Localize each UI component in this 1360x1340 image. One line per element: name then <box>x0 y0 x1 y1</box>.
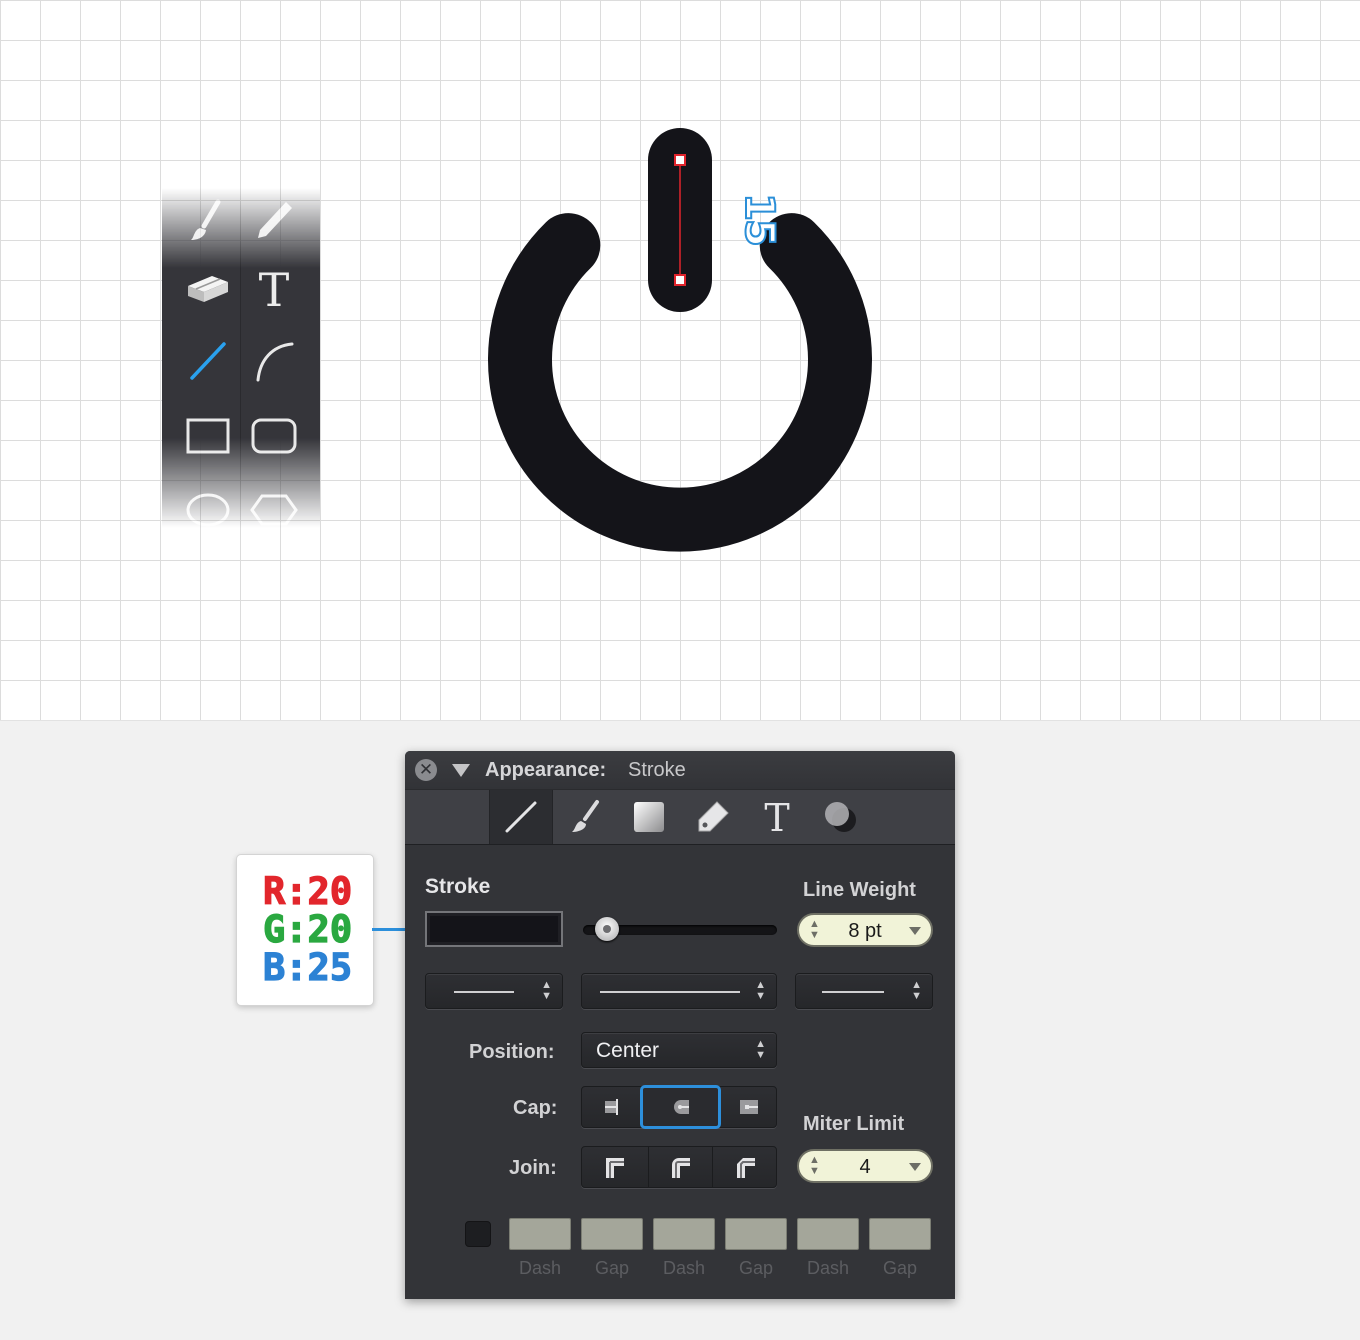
appearance-tabs: T <box>405 789 955 845</box>
panel-titlebar[interactable]: ✕ Appearance: Stroke <box>405 751 955 789</box>
tools-divider <box>240 188 241 528</box>
anchor-point-top[interactable] <box>674 154 686 166</box>
line-weight-label: Line Weight <box>803 879 916 901</box>
dash-enable-checkbox[interactable] <box>465 1221 491 1247</box>
panel-title-label: Appearance: <box>485 759 607 781</box>
gap-label: Gap <box>882 1258 918 1278</box>
line-icon[interactable] <box>178 332 238 392</box>
dash-label: Dash <box>662 1258 706 1278</box>
anchor-point-bottom[interactable] <box>674 274 686 286</box>
brush-icon <box>572 800 599 832</box>
stroke-icon <box>505 801 537 833</box>
disclosure-triangle-icon[interactable] <box>452 764 470 777</box>
position-label: Position: <box>469 1041 555 1063</box>
ellipse-icon[interactable] <box>178 480 238 540</box>
dash-field-3[interactable] <box>797 1218 859 1250</box>
square-cap-icon <box>740 1100 758 1114</box>
butt-cap-button[interactable] <box>582 1087 646 1127</box>
square-cap-button[interactable] <box>718 1087 779 1127</box>
updown-icon: ▲ ▼ <box>755 979 766 1002</box>
cap-segmented-control <box>581 1085 779 1129</box>
dash-label: Dash <box>518 1258 562 1278</box>
round-cap-button[interactable] <box>640 1085 721 1129</box>
gap-field-2[interactable] <box>725 1218 787 1250</box>
miter-limit-field[interactable]: ▲ ▼ 4 <box>797 1149 933 1183</box>
stroke-style-preview <box>600 991 740 993</box>
position-popup[interactable]: Center ▲ ▼ <box>581 1032 777 1068</box>
tab-fill[interactable] <box>617 790 681 844</box>
tab-brush[interactable] <box>553 790 617 844</box>
butt-cap-icon <box>605 1099 618 1115</box>
cap-label: Cap: <box>513 1097 558 1119</box>
power-icon-artwork[interactable] <box>480 120 880 560</box>
drawing-canvas[interactable]: T 15 <box>0 0 1360 721</box>
updown-icon: ▲ ▼ <box>541 979 552 1002</box>
miter-limit-label: Miter Limit <box>803 1113 905 1135</box>
text-tab-glyph: T <box>764 797 789 837</box>
rgb-callout: R:20 G:20 B:25 <box>236 854 374 1006</box>
rgb-red-value: R:20 <box>262 870 353 913</box>
close-icon[interactable]: ✕ <box>415 759 437 781</box>
bevel-join-icon <box>737 1158 755 1178</box>
gap-field-3[interactable] <box>869 1218 931 1250</box>
bevel-join-button[interactable] <box>712 1147 779 1187</box>
text-icon[interactable]: T <box>244 258 304 318</box>
round-join-icon <box>672 1158 690 1178</box>
pencil-icon[interactable] <box>244 192 304 252</box>
round-cap-icon <box>674 1100 689 1114</box>
tools-palette: T <box>162 188 320 528</box>
eraser-icon[interactable] <box>178 258 238 318</box>
tab-text[interactable]: T <box>745 790 809 844</box>
paintbrush-icon[interactable] <box>178 192 238 252</box>
join-segmented-control <box>581 1146 777 1188</box>
end-line-preview <box>822 991 884 993</box>
dash-field-1[interactable] <box>509 1218 571 1250</box>
opacity-slider-thumb[interactable] <box>595 917 619 941</box>
miter-join-icon <box>606 1158 624 1178</box>
miter-join-button[interactable] <box>582 1147 648 1187</box>
gap-label: Gap <box>738 1258 774 1278</box>
fill-icon <box>634 802 664 832</box>
line-weight-field[interactable]: ▲ ▼ 8 pt <box>797 913 933 947</box>
join-label: Join: <box>509 1157 557 1179</box>
round-join-button[interactable] <box>648 1147 713 1187</box>
position-value: Center <box>596 1039 660 1062</box>
tab-shadow[interactable] <box>809 790 873 844</box>
tag-icon <box>698 801 729 832</box>
rgb-green-value: G:20 <box>262 908 353 951</box>
updown-icon: ▲ ▼ <box>911 979 922 1002</box>
gap-label: Gap <box>594 1258 630 1278</box>
tab-tag[interactable] <box>681 790 745 844</box>
dash-field-2[interactable] <box>653 1218 715 1250</box>
stroke-style-popup[interactable]: ▲ ▼ <box>581 973 777 1009</box>
gap-field-1[interactable] <box>581 1218 643 1250</box>
rectangle-icon[interactable] <box>178 406 238 466</box>
updown-icon: ▲ ▼ <box>755 1038 766 1061</box>
shadow-icon <box>825 802 856 832</box>
text-icon: T <box>764 797 789 837</box>
stroke-color-swatch <box>430 916 558 942</box>
dimension-label: 15 <box>735 192 783 246</box>
start-arrow-popup[interactable]: ▲ ▼ <box>425 973 563 1009</box>
line-weight-dropdown-icon[interactable] <box>909 927 921 935</box>
arc-icon[interactable] <box>244 332 304 392</box>
panel-title-value: Stroke <box>628 759 686 781</box>
appearance-panel: ✕ Appearance: Stroke T Stroke Line Weigh… <box>405 751 955 1299</box>
start-line-preview <box>454 991 514 993</box>
dash-label: Dash <box>806 1258 850 1278</box>
polygon-icon[interactable] <box>244 480 304 540</box>
rounded-rectangle-icon[interactable] <box>244 406 304 466</box>
stroke-label: Stroke <box>425 875 491 898</box>
rgb-blue-value: B:25 <box>262 946 353 989</box>
text-tool-glyph: T <box>259 263 290 317</box>
end-arrow-popup[interactable]: ▲ ▼ <box>795 973 933 1009</box>
tab-stroke[interactable] <box>489 790 553 844</box>
miter-limit-dropdown-icon[interactable] <box>909 1163 921 1171</box>
stroke-color-well[interactable] <box>425 911 563 947</box>
